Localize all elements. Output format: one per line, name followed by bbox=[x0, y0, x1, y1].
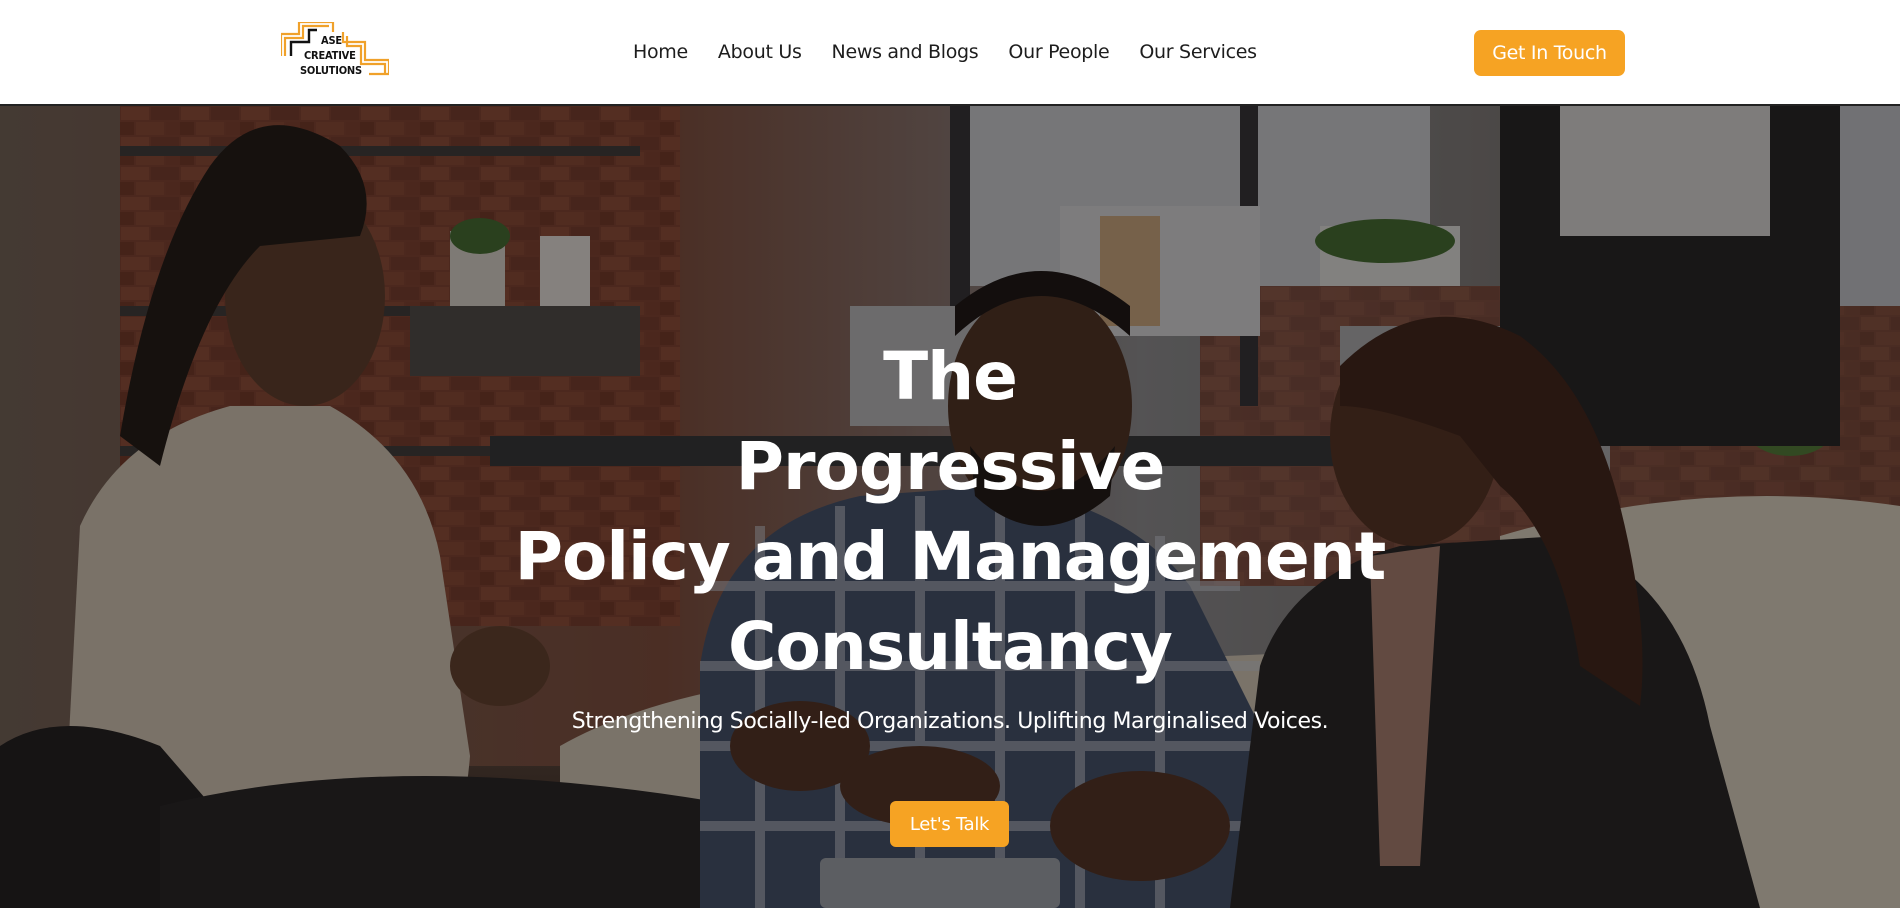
nav-item-our-services[interactable]: Our Services bbox=[1139, 41, 1257, 63]
hero-title-line-1: The bbox=[883, 338, 1018, 415]
company-logo[interactable]: ASE CREATIVE SOLUTIONS bbox=[281, 22, 389, 80]
logo-text-line-2: CREATIVE bbox=[304, 49, 356, 62]
hero-title: The Progressive Policy and Management Co… bbox=[450, 332, 1450, 692]
nav-item-our-people[interactable]: Our People bbox=[1008, 41, 1109, 63]
get-in-touch-button[interactable]: Get In Touch bbox=[1474, 30, 1625, 76]
hero-subtitle: Strengthening Socially-led Organizations… bbox=[571, 709, 1329, 734]
lets-talk-button[interactable]: Let's Talk bbox=[890, 801, 1009, 847]
nav-item-home[interactable]: Home bbox=[633, 41, 688, 63]
main-navigation: Home About Us News and Blogs Our People … bbox=[633, 38, 1257, 66]
hero-title-line-2: Progressive bbox=[735, 428, 1166, 505]
hero-title-line-3: Policy and Management bbox=[514, 518, 1387, 595]
nav-item-news-and-blogs[interactable]: News and Blogs bbox=[832, 41, 979, 63]
hero-section: The Progressive Policy and Management Co… bbox=[0, 106, 1900, 908]
logo-text-line-3: SOLUTIONS bbox=[300, 64, 362, 77]
logo-text-line-1: ASE bbox=[321, 34, 342, 47]
hero-title-line-4: Consultancy bbox=[728, 608, 1173, 685]
site-header: ASE CREATIVE SOLUTIONS Home About Us New… bbox=[0, 0, 1900, 106]
nav-item-about-us[interactable]: About Us bbox=[718, 41, 802, 63]
